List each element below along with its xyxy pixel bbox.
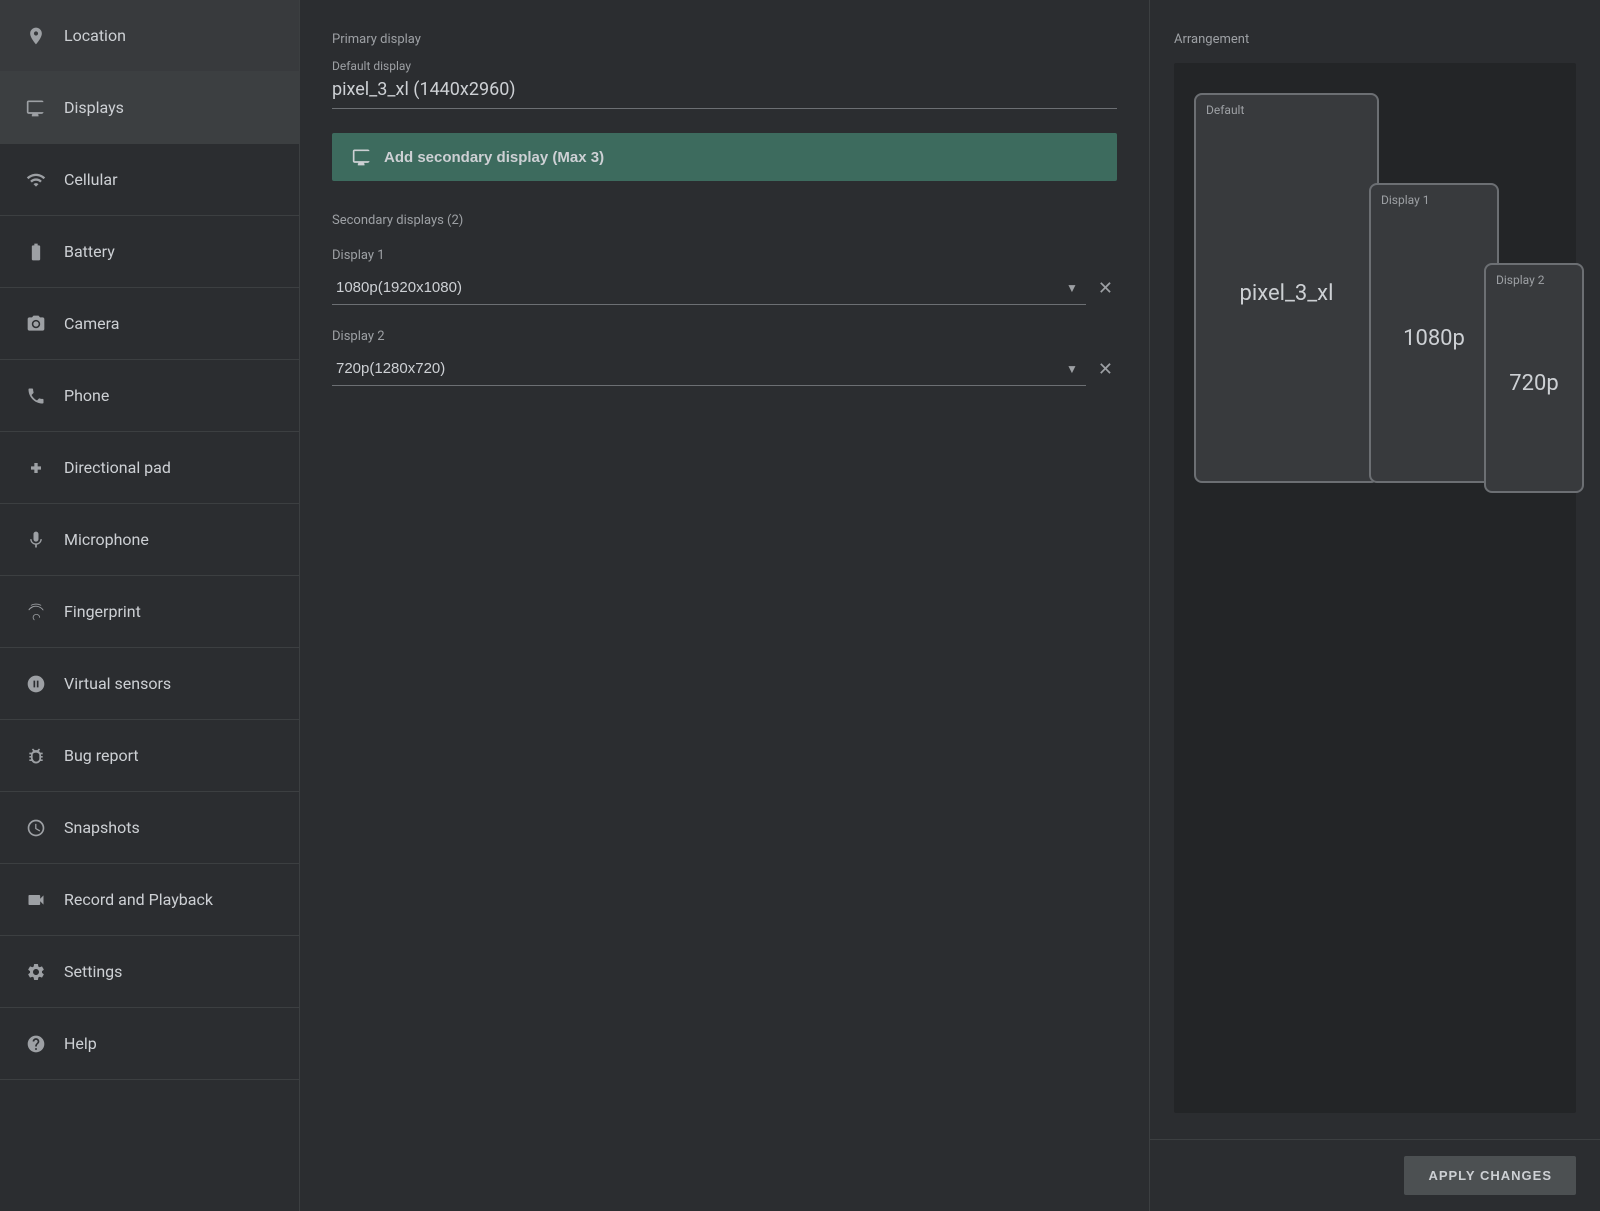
sidebar-item-label-snapshots: Snapshots [64,818,140,837]
sidebar-item-label-camera: Camera [64,314,119,333]
sidebar-item-cellular[interactable]: Cellular [0,144,299,216]
primary-display-section: Primary display Default display pixel_3_… [332,32,1117,109]
arrangement-device-label-display2: Display 2 [1496,273,1544,287]
arrangement-device-name-display1: 1080p [1395,326,1473,351]
display-2-remove-button[interactable]: ✕ [1094,355,1117,384]
add-secondary-display-button[interactable]: Add secondary display (Max 3) [332,133,1117,181]
sidebar-item-settings[interactable]: Settings [0,936,299,1008]
sidebar-item-directional-pad[interactable]: Directional pad [0,432,299,504]
arrangement-device-default: Default pixel_3_xl [1194,93,1379,483]
display-2-block: Display 2 480p(720x480) 720p(1280x720) 1… [332,329,1117,386]
display-1-block: Display 1 480p(720x480) 1080p(1920x1080)… [332,248,1117,305]
sidebar-item-label-phone: Phone [64,386,109,405]
display-1-label: Display 1 [332,248,1117,263]
display-2-select[interactable]: 480p(720x480) 720p(1280x720) 1080p(1920x… [332,352,1086,386]
display-2-select-wrapper: 480p(720x480) 720p(1280x720) 1080p(1920x… [332,352,1086,386]
sidebar-item-fingerprint[interactable]: Fingerprint [0,576,299,648]
sidebar-item-location[interactable]: Location [0,0,299,72]
add-display-icon [352,147,372,167]
primary-display-title: Primary display [332,32,1117,47]
sidebar-item-label-directional-pad: Directional pad [64,458,171,477]
arrangement-device-label-default: Default [1206,103,1244,117]
sidebar: Location Displays Cellular Battery Camera Pho… [0,0,300,1211]
arrangement-canvas: Default pixel_3_xl Display 1 1080p Display 2… [1174,63,1576,1113]
sidebar-item-label-record-playback: Record and Playback [64,890,213,909]
sidebar-item-phone[interactable]: Phone [0,360,299,432]
apply-changes-button[interactable]: APPLY CHANGES [1404,1156,1576,1195]
display-2-row: 480p(720x480) 720p(1280x720) 1080p(1920x… [332,352,1117,386]
display-1-remove-button[interactable]: ✕ [1094,274,1117,303]
default-display-label: Default display [332,59,1117,73]
bug-icon [24,744,48,768]
secondary-displays-title: Secondary displays (2) [332,213,1117,228]
main-content: Primary display Default display pixel_3_… [300,0,1600,1211]
add-secondary-display-label: Add secondary display (Max 3) [384,149,604,166]
bottom-bar: APPLY CHANGES [1150,1139,1600,1211]
sidebar-item-camera[interactable]: Camera [0,288,299,360]
sidebar-item-battery[interactable]: Battery [0,216,299,288]
sidebar-item-microphone[interactable]: Microphone [0,504,299,576]
sidebar-item-bug-report[interactable]: Bug report [0,720,299,792]
cellular-icon [24,168,48,192]
secondary-displays-section: Secondary displays (2) Display 1 480p(72… [332,213,1117,386]
sidebar-item-label-cellular: Cellular [64,170,118,189]
sidebar-item-record-playback[interactable]: Record and Playback [0,864,299,936]
phone-icon [24,384,48,408]
display-2-label: Display 2 [332,329,1117,344]
sidebar-item-label-location: Location [64,26,126,45]
settings-icon [24,960,48,984]
sidebar-item-help[interactable]: Help [0,1008,299,1080]
arrangement-device-name-default: pixel_3_xl [1232,281,1342,306]
arrangement-device-name-display2: 720p [1501,371,1566,396]
battery-icon [24,240,48,264]
sidebar-item-label-help: Help [64,1034,97,1053]
microphone-icon [24,528,48,552]
sidebar-item-label-battery: Battery [64,242,115,261]
fingerprint-icon [24,600,48,624]
sidebar-item-label-fingerprint: Fingerprint [64,602,141,621]
arrangement-device-label-display1: Display 1 [1381,193,1429,207]
sidebar-item-label-displays: Displays [64,98,124,117]
record-icon [24,888,48,912]
location-icon [24,24,48,48]
sidebar-item-label-microphone: Microphone [64,530,149,549]
virtual-sensors-icon [24,672,48,696]
sidebar-item-displays[interactable]: Displays [0,72,299,144]
sidebar-item-label-settings: Settings [64,962,122,981]
left-panel: Primary display Default display pixel_3_… [300,0,1150,1211]
arrangement-device-display2: Display 2 720p [1484,263,1584,493]
snapshots-icon [24,816,48,840]
sidebar-item-label-virtual-sensors: Virtual sensors [64,674,171,693]
sidebar-item-snapshots[interactable]: Snapshots [0,792,299,864]
display-1-select[interactable]: 480p(720x480) 1080p(1920x1080) 720p(1280… [332,271,1086,305]
display-1-select-wrapper: 480p(720x480) 1080p(1920x1080) 720p(1280… [332,271,1086,305]
camera-icon [24,312,48,336]
dpad-icon [24,456,48,480]
right-panel: Arrangement Default pixel_3_xl Display 1 10… [1150,0,1600,1211]
sidebar-item-virtual-sensors[interactable]: Virtual sensors [0,648,299,720]
help-icon [24,1032,48,1056]
sidebar-item-label-bug-report: Bug report [64,746,139,765]
arrangement-title: Arrangement [1174,32,1576,47]
arrangement-device-display1: Display 1 1080p [1369,183,1499,483]
display-1-row: 480p(720x480) 1080p(1920x1080) 720p(1280… [332,271,1117,305]
default-display-value: pixel_3_xl (1440x2960) [332,79,1117,109]
displays-icon [24,96,48,120]
